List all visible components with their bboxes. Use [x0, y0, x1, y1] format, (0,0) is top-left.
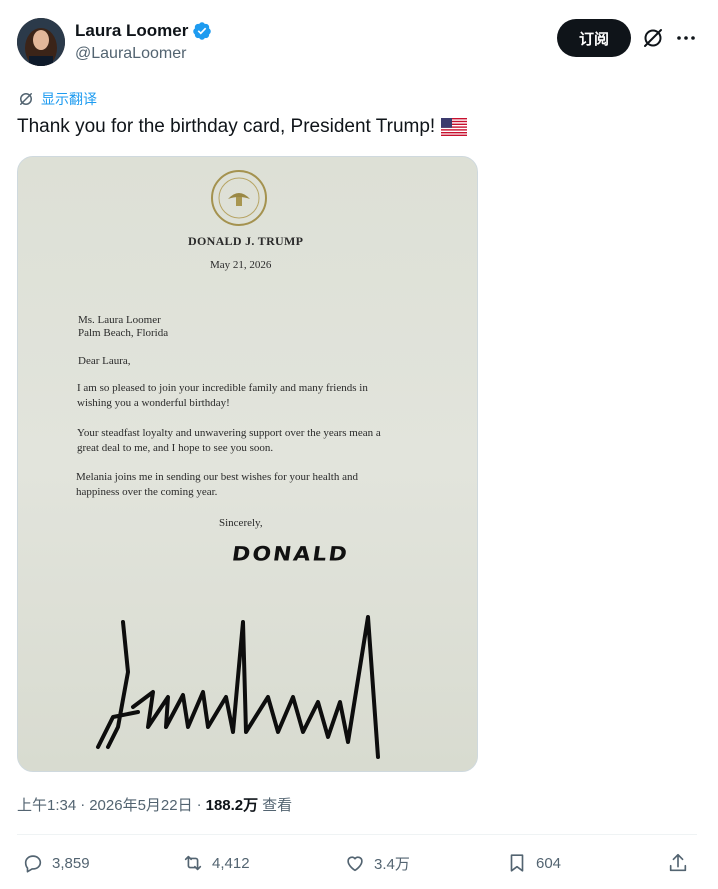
meta-separator: ·	[196, 796, 202, 813]
presidential-seal-icon	[211, 170, 267, 226]
recipient-name: Ms. Laura Loomer	[78, 314, 161, 326]
tweet-date[interactable]: 2026年5月22日	[89, 794, 192, 815]
share-icon	[669, 853, 687, 872]
bookmark-icon	[510, 854, 524, 872]
tweet-text-content: Thank you for the birthday card, Preside…	[17, 116, 436, 137]
share-button[interactable]	[667, 852, 689, 874]
letter-line: wishing you a wonderful birthday!	[77, 397, 230, 409]
reply-count: 3,859	[52, 854, 90, 872]
meta-separator: ·	[80, 796, 86, 813]
bookmark-count: 604	[536, 854, 562, 872]
reply-button[interactable]: 3,859	[22, 852, 90, 874]
tweet-meta: 上午1:34 · 2026年5月22日 · 188.2万 查看	[17, 794, 292, 815]
more-options-icon[interactable]	[674, 26, 698, 50]
author-handle[interactable]: @LauraLoomer	[75, 45, 186, 63]
signature-image	[96, 615, 380, 759]
letter-line: Your steadfast loyalty and unwavering su…	[77, 427, 381, 439]
tweet-image[interactable]: DONALD J. TRUMP May 21, 2026 Ms. Laura L…	[17, 156, 478, 772]
tweet-text: Thank you for the birthday card, Preside…	[17, 116, 468, 138]
grok-icon[interactable]	[641, 26, 665, 50]
reply-icon	[24, 855, 42, 873]
translate-link[interactable]: 显示翻译	[17, 89, 97, 109]
translate-icon	[20, 93, 32, 105]
letter-photo: DONALD J. TRUMP May 21, 2026 Ms. Laura L…	[18, 157, 477, 771]
letter-line: I am so pleased to join your incredible …	[77, 382, 368, 394]
repost-button[interactable]: 4,412	[182, 852, 250, 874]
like-button[interactable]: 3.4万	[344, 852, 410, 874]
like-count: 3.4万	[374, 855, 410, 873]
author-name-text[interactable]: Laura Loomer	[75, 21, 188, 41]
repost-icon	[184, 855, 202, 871]
author-name[interactable]: Laura Loomer	[75, 21, 212, 41]
letter-date: May 21, 2026	[210, 259, 272, 271]
divider	[17, 834, 697, 835]
letter-line: Melania joins me in sending our best wis…	[76, 471, 358, 483]
letter-line: great deal to me, and I hope to see you …	[77, 442, 274, 454]
subscribe-button[interactable]: 订阅	[557, 19, 631, 57]
views-count: 188.2万	[205, 797, 259, 814]
letter-closing: Sincerely,	[219, 517, 263, 529]
views-label: 查看	[262, 797, 293, 814]
letter-sender: DONALD J. TRUMP	[188, 234, 304, 248]
us-flag-icon	[441, 118, 468, 136]
avatar[interactable]	[17, 18, 65, 66]
verified-badge-icon	[193, 22, 212, 40]
heart-icon	[347, 856, 363, 872]
bookmark-button[interactable]: 604	[506, 852, 561, 874]
translate-label[interactable]: 显示翻译	[41, 89, 97, 109]
tweet-time[interactable]: 上午1:34	[17, 794, 76, 815]
recipient-location: Palm Beach, Florida	[78, 327, 169, 339]
repost-count: 4,412	[212, 854, 250, 872]
salutation: Dear Laura,	[78, 355, 131, 367]
letter-line: happiness over the coming year.	[76, 486, 218, 498]
handwritten-donald: DONALD	[230, 543, 351, 566]
